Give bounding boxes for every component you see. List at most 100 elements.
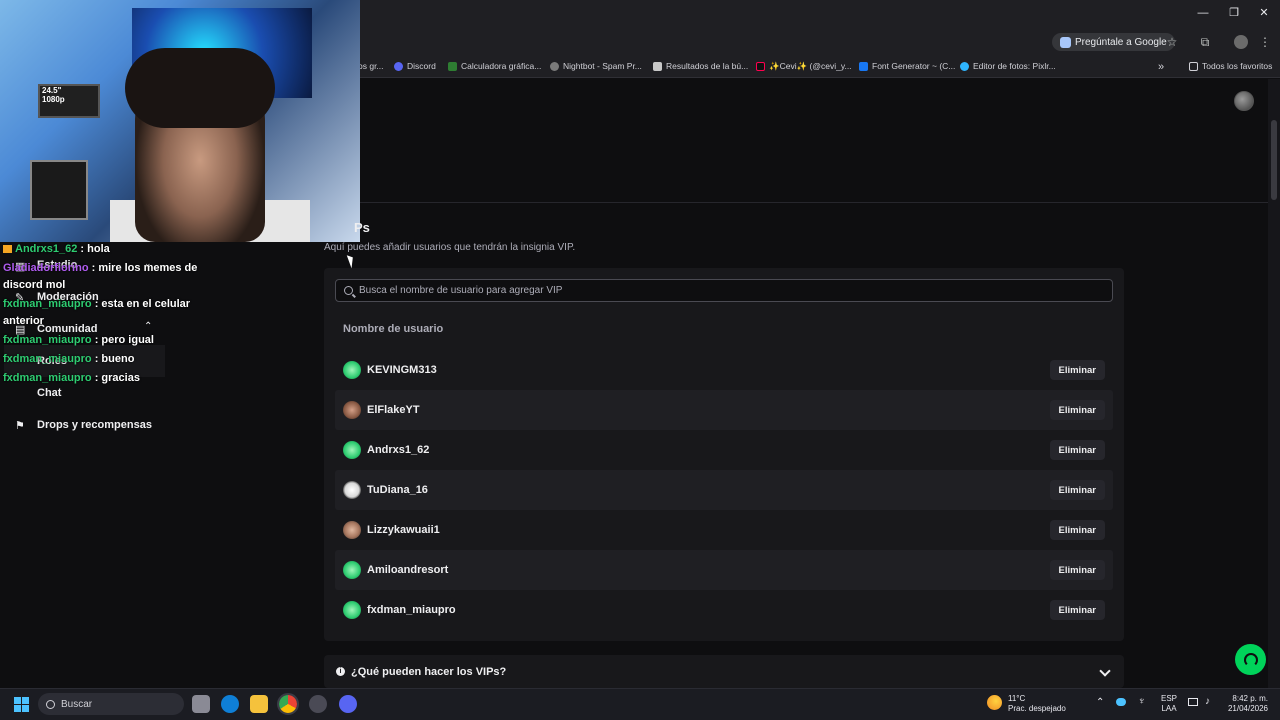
bookmark-label: Font Generator ~ (C... bbox=[872, 61, 956, 71]
vip-faq-accordion[interactable]: i ¿Qué pueden hacer los VIPs? bbox=[324, 655, 1124, 688]
vip-username[interactable]: fxdman_miaupro bbox=[367, 604, 1050, 616]
vip-username[interactable]: Amiloandresort bbox=[367, 564, 1050, 576]
sidebar-item-drops[interactable]: Drops y recompensas bbox=[37, 419, 152, 431]
volume-icon[interactable]: ♪ bbox=[1205, 697, 1210, 707]
chevron-up-icon[interactable]: ⌃ bbox=[144, 321, 152, 332]
all-favorites-button[interactable]: Todos los favoritos bbox=[1189, 61, 1272, 71]
bookmark-label: ✨Cevi✨ (@cevi_y... bbox=[769, 61, 852, 71]
user-avatar[interactable] bbox=[1234, 91, 1254, 111]
page-header-area bbox=[320, 79, 1268, 203]
tiktok-icon bbox=[756, 62, 765, 71]
monitor-size-text: 24.5" bbox=[42, 86, 62, 95]
bookmark-item[interactable]: Nightbot - Spam Pr... bbox=[550, 61, 642, 71]
section-description: Aquí puedes añadir usuarios que tendrán … bbox=[324, 242, 576, 253]
help-button[interactable] bbox=[1235, 644, 1266, 675]
language-indicator[interactable]: ESP LAA bbox=[1161, 694, 1177, 714]
tray-overflow-icon[interactable]: ⌃ bbox=[1096, 698, 1104, 708]
vip-search-input[interactable] bbox=[359, 285, 1099, 296]
scrollbar-thumb[interactable] bbox=[1271, 120, 1277, 200]
remove-vip-button[interactable]: Eliminar bbox=[1049, 400, 1105, 420]
bookmark-item[interactable]: ✨Cevi✨ (@cevi_y... bbox=[756, 61, 852, 72]
avatar bbox=[343, 361, 361, 379]
chrome-icon[interactable] bbox=[277, 693, 299, 715]
keyboard-layout: LAA bbox=[1161, 704, 1177, 713]
vip-username[interactable]: KEVINGM313 bbox=[367, 364, 1050, 376]
pixlr-icon bbox=[960, 61, 969, 71]
webcam-pc-case bbox=[30, 160, 88, 220]
desmos-icon bbox=[448, 61, 457, 71]
close-icon[interactable]: ✕ bbox=[1257, 6, 1271, 20]
bookmark-label: Calculadora gráfica... bbox=[461, 61, 542, 71]
weather-widget[interactable]: 11°C Prac. despejado bbox=[1008, 694, 1066, 714]
clock-date: 21/04/2026 bbox=[1227, 704, 1268, 713]
remove-vip-button[interactable]: Eliminar bbox=[1049, 360, 1105, 380]
bookmark-item[interactable]: Discord bbox=[394, 61, 436, 71]
discord-icon[interactable] bbox=[339, 695, 357, 713]
minimize-icon[interactable]: — bbox=[1196, 6, 1210, 20]
bookmark-item[interactable]: Font Generator ~ (C... bbox=[859, 61, 955, 71]
bookmark-item[interactable]: Editor de fotos: Pixlr... bbox=[960, 61, 1056, 71]
vip-username[interactable]: Lizzykawuaii1 bbox=[367, 524, 1050, 536]
maximize-icon[interactable]: ❐ bbox=[1227, 6, 1241, 20]
avatar bbox=[343, 601, 361, 619]
remove-vip-button[interactable]: Eliminar bbox=[1049, 440, 1105, 460]
avatar bbox=[343, 521, 361, 539]
sidebar-item-chat[interactable]: Chat bbox=[37, 387, 61, 399]
vip-row: Andrxs1_62 Eliminar bbox=[335, 430, 1113, 470]
remove-vip-button[interactable]: Eliminar bbox=[1049, 480, 1105, 500]
remove-vip-button[interactable]: Eliminar bbox=[1049, 560, 1105, 580]
vip-username[interactable]: TuDiana_16 bbox=[367, 484, 1050, 496]
chat-username: fxdman_miaupro bbox=[3, 334, 92, 346]
language-code: ESP bbox=[1161, 694, 1178, 703]
edge-icon[interactable] bbox=[221, 695, 239, 713]
drops-icon: ⚑ bbox=[15, 420, 25, 432]
ask-google-button[interactable]: Pregúntale a Google bbox=[1052, 33, 1175, 51]
bookmark-item[interactable]: Calculadora gráfica... bbox=[448, 61, 541, 71]
profile-avatar[interactable] bbox=[1234, 35, 1248, 49]
taskbar-search-label: Buscar bbox=[61, 698, 93, 710]
clock[interactable]: 8:42 p. m. 21/04/2026 bbox=[1226, 694, 1268, 714]
bookmarks-overflow-button[interactable]: » bbox=[1158, 61, 1164, 73]
network-icon[interactable] bbox=[1188, 698, 1198, 706]
vip-search-field[interactable] bbox=[335, 279, 1113, 302]
vip-username[interactable]: Andrxs1_62 bbox=[367, 444, 1050, 456]
document-icon bbox=[653, 61, 662, 71]
chat-message: fxdman_miaupro : pero igual bbox=[3, 334, 154, 346]
bookmark-label: Resultados de la bú... bbox=[666, 61, 749, 71]
windows-start-button[interactable] bbox=[14, 697, 29, 712]
chevron-down-icon[interactable] bbox=[1098, 665, 1112, 679]
remove-vip-button[interactable]: Eliminar bbox=[1049, 520, 1105, 540]
weather-icon[interactable] bbox=[987, 695, 1002, 710]
vip-username[interactable]: ElFlakeYT bbox=[367, 404, 1050, 416]
search-icon bbox=[344, 286, 353, 295]
chat-username: fxdman_miaupro bbox=[3, 298, 92, 310]
chat-text: discord mol bbox=[3, 279, 66, 291]
chat-text: : gracias bbox=[91, 372, 140, 384]
crown-icon bbox=[3, 245, 12, 254]
avatar bbox=[343, 561, 361, 579]
chevron-double-right-icon: » bbox=[1158, 61, 1165, 73]
obs-icon[interactable] bbox=[309, 695, 327, 713]
discord-icon bbox=[394, 61, 403, 71]
avatar bbox=[343, 441, 361, 459]
file-explorer-icon[interactable] bbox=[250, 695, 268, 713]
vip-row: fxdman_miaupro Eliminar bbox=[335, 590, 1113, 630]
help-icon bbox=[1243, 652, 1258, 667]
star-icon[interactable]: ☆ bbox=[1165, 35, 1179, 49]
extensions-icon[interactable]: ⧉ bbox=[1198, 35, 1212, 49]
taskbar-search[interactable]: Buscar bbox=[38, 693, 184, 715]
bookmark-item[interactable]: Resultados de la bú... bbox=[653, 61, 748, 71]
folder-icon bbox=[1189, 61, 1198, 71]
webcam-hair bbox=[125, 48, 275, 128]
clock-time: 8:42 p. m. bbox=[1232, 694, 1268, 703]
bookmark-item[interactable]: os gr... bbox=[358, 61, 384, 71]
menu-icon[interactable]: ⋮ bbox=[1258, 35, 1272, 49]
microphone-icon[interactable]: ♆ bbox=[1138, 697, 1146, 707]
chat-message: fxdman_miaupro : esta en el celular bbox=[3, 298, 190, 310]
screen: — ❐ ✕ Pregúntale a Google ☆ ⧉ ⋮ os gr...… bbox=[0, 0, 1280, 720]
chat-username: fxdman_miaupro bbox=[3, 372, 92, 384]
task-view-icon[interactable] bbox=[192, 695, 210, 713]
remove-vip-button[interactable]: Eliminar bbox=[1049, 600, 1105, 620]
chat-text: : mire los memes de bbox=[88, 262, 198, 274]
onedrive-icon[interactable] bbox=[1116, 698, 1126, 706]
